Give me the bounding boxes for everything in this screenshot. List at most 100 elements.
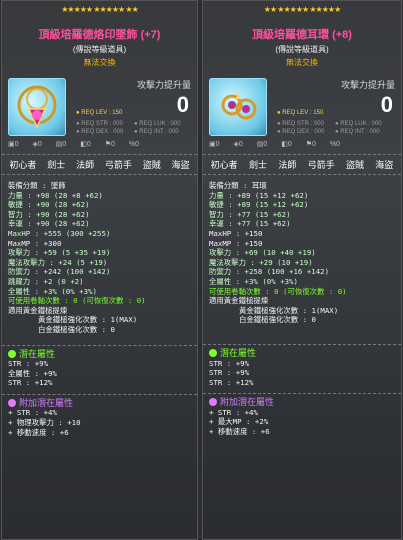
req-str: ● REQ STR : 000	[277, 121, 324, 127]
stat-line: 敏捷 : +89 (15 +12 +62)	[209, 200, 309, 210]
item-icon	[8, 78, 66, 136]
platinum-hammer: 白金鐵槌強化次數 : 0	[239, 315, 316, 325]
req-int: ● REQ INT : 000	[335, 129, 380, 135]
req-luk: ● REQ LUK : 000	[134, 121, 181, 127]
status-icon: ▣0	[209, 141, 220, 148]
attack-increase-label: 攻擊力提升量	[136, 80, 191, 90]
star-force-row: ★★★★★ ★★★★★ ★★	[2, 1, 197, 14]
bonus-potential-title: 附加潛在屬性	[8, 398, 191, 409]
trade-status: 無法交換	[286, 58, 318, 67]
stat-line: 防禦力 : +242 (100 +142)	[8, 267, 111, 277]
req-stats: ● REQ STR : 000 ● REQ LUK : 000 ● REQ DEX…	[277, 120, 395, 136]
stat-line: MaxMP : +150	[209, 238, 263, 248]
job-list: 初心者 劍士 法師 弓箭手 盜賊 海盜	[203, 154, 401, 175]
hammer-note: 適用黃金鐵槌提煉	[209, 296, 269, 306]
gold-hammer: 黃金鐵槌強化次數 : 1(MAX)	[38, 315, 138, 325]
stat-line: 力量 : +89 (15 +12 +62)	[209, 190, 309, 200]
req-dex: ● REQ DEX : 000	[277, 129, 325, 135]
gold-hammer: 黃金鐵槌強化次數 : 1(MAX)	[239, 305, 339, 315]
status-icon: %0	[128, 141, 139, 148]
stat-line: 敏捷 : +90 (28 +62)	[8, 200, 90, 210]
item-tooltip-pendant: ★★★★★ ★★★★★ ★★ 頂級培羅德烙印墜飾 (+7) (傳說等級道具) 無…	[1, 0, 198, 540]
stat-line: 全屬性 : +3% (0% +3%)	[8, 286, 97, 296]
stat-line: MaxMP : +300	[8, 238, 62, 248]
bonus-potential-section: 附加潛在屬性 + STR : +4% + 物理攻擊力 : +10 + 移動速度 …	[2, 393, 197, 439]
bonus-potential-icon	[8, 398, 16, 407]
bonus-line: + 移動速度 : +6	[209, 427, 270, 437]
stat-line: MaxHP : +150	[209, 228, 263, 238]
stat-line: 力量 : +98 (28 +8 +62)	[8, 190, 103, 200]
trade-status: 無法交換	[83, 58, 116, 67]
bonus-line: + STR : +4%	[209, 407, 258, 417]
item-name: 頂級培羅德烙印墜飾 (+7)	[38, 29, 161, 41]
job-beginner: 初心者	[210, 160, 238, 170]
job-thief: 盜賊	[345, 160, 364, 170]
stat-line: 跳躍力 : +2 (0 +2)	[8, 276, 84, 286]
job-beginner: 初心者	[9, 160, 37, 170]
potential-line: STR : +12%	[209, 377, 254, 387]
req-luk: ● REQ LUK : 000	[335, 121, 382, 127]
stat-list: 裝備分類 : 墜飾 力量 : +98 (28 +8 +62) 敏捷 : +90 …	[2, 175, 197, 335]
stat-line: 智力 : +77 (15 +62)	[209, 209, 291, 219]
stars-on: ★★★★★ ★★★★★ ★★	[61, 5, 139, 14]
job-pirate: 海盜	[375, 160, 394, 170]
job-pirate: 海盜	[171, 160, 190, 170]
item-name: 頂級培羅德耳環 (+8)	[252, 29, 352, 41]
status-icon: ⚑0	[104, 141, 115, 148]
equip-type: 裝備分類 : 耳環	[209, 181, 267, 190]
potential-line: STR : +12%	[8, 378, 53, 388]
stat-line: 魔法攻擊力 : +24 (5 +19)	[8, 257, 108, 267]
bonus-line: + 最大MP : +2%	[209, 417, 269, 427]
status-icon: ◈0	[32, 141, 42, 148]
status-icon: ▤0	[55, 141, 67, 148]
req-level: ● REQ LEV : 150	[76, 110, 123, 116]
status-icon: ◧0	[281, 141, 292, 148]
status-icon: %0	[329, 141, 340, 148]
stat-line: MaxHP : +555 (300 +255)	[8, 228, 111, 238]
req-level: ● REQ LEV : 150	[277, 110, 324, 116]
bonus-potential-section: 附加潛在屬性 + STR : +4% + 最大MP : +2% + 移動速度 :…	[203, 393, 401, 438]
job-list: 初心者 劍士 法師 弓箭手 盜賊 海盜	[2, 154, 197, 175]
job-warrior: 劍士	[248, 160, 267, 170]
attack-increase-value: 0	[380, 92, 393, 117]
stat-list: 裝備分類 : 耳環 力量 : +89 (15 +12 +62) 敏捷 : +89…	[203, 175, 401, 325]
item-summary: 攻擊力提升量 0 ● REQ LEV : 150 ● REQ STR : 000…	[203, 76, 401, 152]
status-icons-row: ▣0 ◈0 ▤0 ◧0 ⚑0 %0	[209, 140, 352, 148]
item-icon	[209, 78, 267, 136]
stat-line: 防禦力 : +258 (100 +16 +142)	[209, 267, 330, 277]
job-warrior: 劍士	[47, 160, 66, 170]
status-icon: ⚑0	[305, 141, 316, 148]
status-icon: ▤0	[256, 141, 268, 148]
potential-icon	[8, 349, 16, 358]
attack-increase-value: 0	[176, 92, 189, 117]
item-grade: (傳說等級道具)	[72, 45, 127, 54]
status-icon: ◈0	[233, 141, 243, 148]
stat-line: 全屬性 : +3% (0% +3%)	[209, 276, 298, 286]
status-icons-row: ▣0 ◈0 ▤0 ◧0 ⚑0 %0	[8, 140, 151, 148]
stars-on: ★★ ★★★★★ ★★★★★	[263, 5, 342, 14]
potential-line: 全屬性 : +9%	[8, 368, 57, 378]
scroll-slots: 可使用卷軸次數 : 0 (可恢復次數 : 0)	[209, 286, 347, 296]
req-str: ● REQ STR : 000	[76, 121, 123, 127]
job-archer: 弓箭手	[307, 160, 335, 170]
item-grade: (傳說等級道具)	[275, 45, 329, 54]
bonus-line: + 移動速度 : +6	[8, 427, 69, 437]
attack-increase-label: 攻擊力提升量	[340, 80, 395, 90]
scroll-slots: 可使用卷軸次數 : 0 (可恢復次數 : 0)	[8, 296, 146, 306]
stat-line: 幸運 : +77 (15 +62)	[209, 219, 291, 229]
job-magician: 法師	[76, 160, 95, 170]
stat-line: 智力 : +90 (28 +62)	[8, 209, 90, 219]
potential-line: STR : +9%	[209, 358, 250, 368]
potential-icon	[209, 348, 217, 357]
potential-line: STR : +9%	[209, 368, 250, 378]
stat-line: 幸運 : +90 (28 +62)	[8, 219, 90, 229]
job-archer: 弓箭手	[104, 160, 132, 170]
status-icon: ◧0	[80, 141, 91, 148]
platinum-hammer: 白金鐵槌強化次數 : 0	[38, 324, 115, 334]
req-int: ● REQ INT : 000	[134, 129, 179, 135]
equip-type: 裝備分類 : 墜飾	[8, 181, 66, 190]
req-dex: ● REQ DEX : 000	[76, 129, 124, 135]
potential-section: 潛在屬性 STR : +9% STR : +9% STR : +12%	[203, 343, 401, 389]
bonus-line: + 物理攻擊力 : +10	[8, 418, 81, 428]
bonus-potential-icon	[209, 398, 217, 407]
